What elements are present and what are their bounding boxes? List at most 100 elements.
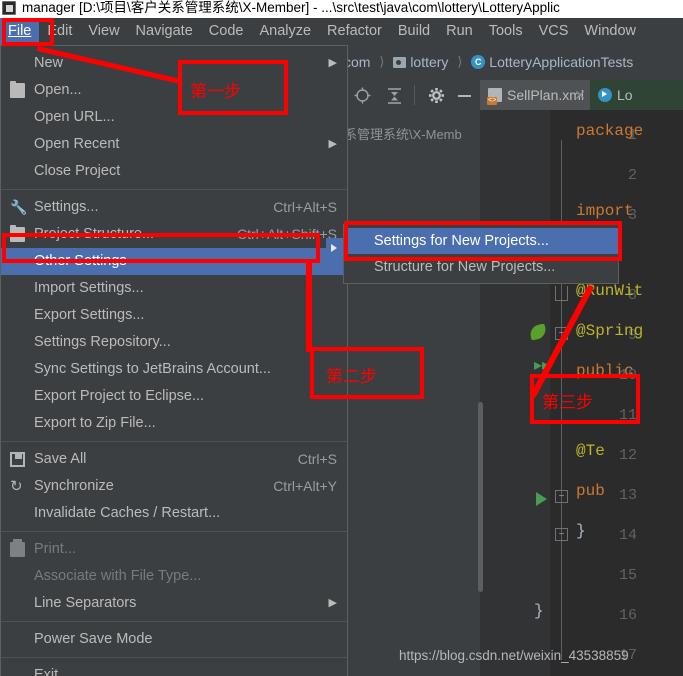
menubar-item-navigate-label: Navigate xyxy=(135,23,193,39)
chevron-right-icon: ▶ xyxy=(328,138,337,150)
line-number: 13 xyxy=(618,487,637,504)
xml-file-icon xyxy=(487,88,502,105)
toolbar-divider xyxy=(414,85,415,105)
code-token: pub xyxy=(576,482,605,500)
menu-item-line-separators[interactable]: Line Separators ▶ xyxy=(1,590,347,617)
menu-item-open-url[interactable]: Open URL... xyxy=(1,104,347,131)
save-icon xyxy=(10,452,25,467)
close-icon[interactable]: ✕ xyxy=(574,80,586,110)
menu-item-power-save-mode[interactable]: Power Save Mode xyxy=(1,626,347,653)
line-number: 15 xyxy=(618,567,637,584)
code-token: import xyxy=(576,202,634,220)
menubar-item-tools[interactable]: Tools xyxy=(481,18,531,45)
class-icon: C xyxy=(471,55,486,70)
editor-tab-lottery[interactable]: Lo xyxy=(590,80,683,112)
editor-tab-lottery-label: Lo xyxy=(617,87,633,103)
menu-item-save-all-label: Save All xyxy=(34,451,87,467)
gear-icon[interactable] xyxy=(428,87,445,104)
menu-item-export-project-eclipse-label: Export Project to Eclipse... xyxy=(34,388,205,404)
menu-item-exit-label: Exit xyxy=(34,667,59,676)
editor-scrollbar[interactable] xyxy=(478,402,483,592)
annotation-line-vertical-1 xyxy=(306,262,312,352)
locate-icon[interactable] xyxy=(354,87,371,104)
menu-item-export-project-eclipse[interactable]: Export Project to Eclipse... xyxy=(1,383,347,410)
menu-item-exit[interactable]: Exit xyxy=(1,662,347,676)
app-icon xyxy=(2,1,16,15)
menu-separator xyxy=(1,657,347,658)
menu-bar: File Edit View Navigate Code Analyze Refactor B… xyxy=(0,18,683,45)
menu-item-settings-repository-label: Settings Repository... xyxy=(34,334,171,350)
editor-tab-bar: SellPlan.xml ✕ Lo xyxy=(480,80,683,112)
menu-item-synchronize-label: Synchronize xyxy=(34,478,114,494)
menu-item-export-zip[interactable]: Export to Zip File... xyxy=(1,410,347,437)
menubar-item-view-label: View xyxy=(88,23,120,39)
folder-icon xyxy=(10,81,25,98)
sync-icon: ↻ xyxy=(10,478,23,495)
watermark: https://blog.csdn.net/weixin_43538859 xyxy=(399,648,629,663)
menubar-item-code[interactable]: Code xyxy=(201,18,252,45)
editor-tab-sellplan-label: SellPlan.xml xyxy=(507,87,585,103)
minimize-icon[interactable] xyxy=(456,87,473,104)
chevron-right-icon: ▶ xyxy=(328,57,337,69)
menu-item-settings-repository[interactable]: Settings Repository... xyxy=(1,329,347,356)
menubar-item-tools-label: Tools xyxy=(488,23,523,39)
menu-item-sync-settings-jetbrains[interactable]: Sync Settings to JetBrains Account... xyxy=(1,356,347,383)
menubar-item-navigate[interactable]: Navigate xyxy=(128,18,201,45)
menubar-item-run[interactable]: Run xyxy=(438,18,481,45)
breadcrumb-item-lottery[interactable]: lottery xyxy=(410,48,448,76)
menu-separator xyxy=(1,621,347,622)
run-config-icon xyxy=(598,88,612,102)
menu-separator xyxy=(1,441,347,442)
menubar-item-analyze[interactable]: Analyze xyxy=(251,18,319,45)
window-title: manager [D:\项目\客户关系管理系统\X-Member] - ...\… xyxy=(22,0,560,15)
menu-item-power-save-mode-label: Power Save Mode xyxy=(34,631,153,647)
project-toolwindow-header xyxy=(344,80,480,110)
menu-item-associate-file-type-label: Associate with File Type... xyxy=(34,568,202,584)
menubar-item-vcs[interactable]: VCS xyxy=(531,18,577,45)
fold-collapse-icon-2[interactable]: − xyxy=(555,490,568,503)
submenu-chevron-icon xyxy=(326,238,344,260)
menubar-item-build[interactable]: Build xyxy=(390,18,438,45)
menubar-item-refactor[interactable]: Refactor xyxy=(319,18,390,45)
annotation-box-other-settings xyxy=(2,233,320,263)
menu-item-synchronize[interactable]: ↻ Synchronize Ctrl+Alt+Y xyxy=(1,473,347,500)
breadcrumb: com ⟩ lottery ⟩ C LotteryApplicationTests xyxy=(344,47,683,75)
menu-item-import-settings-label: Import Settings... xyxy=(34,280,144,296)
annotation-label-step-1: 第一步 xyxy=(190,82,241,101)
menubar-item-run-label: Run xyxy=(446,23,473,39)
menu-item-open-recent[interactable]: Open Recent ▶ xyxy=(1,131,347,158)
menu-item-export-settings[interactable]: Export Settings... xyxy=(1,302,347,329)
menu-item-settings[interactable]: 🔧 Settings... Ctrl+Alt+S xyxy=(1,194,347,221)
menu-item-invalidate-caches-label: Invalidate Caches / Restart... xyxy=(34,505,221,521)
menu-item-invalidate-caches[interactable]: Invalidate Caches / Restart... xyxy=(1,500,347,527)
breadcrumb-separator-icon-2: ⟩ xyxy=(457,54,463,69)
line-number: 2 xyxy=(627,167,637,184)
menu-separator xyxy=(1,189,347,190)
code-token: package xyxy=(576,122,644,140)
fold-region-top xyxy=(555,286,568,301)
menu-item-import-settings[interactable]: Import Settings... xyxy=(1,275,347,302)
menubar-item-view[interactable]: View xyxy=(80,18,127,45)
menu-item-close-project[interactable]: Close Project xyxy=(1,158,347,185)
breadcrumb-item-class[interactable]: LotteryApplicationTests xyxy=(489,48,633,76)
menu-item-print-label: Print... xyxy=(34,541,76,557)
menu-item-settings-label: Settings... xyxy=(34,199,99,215)
project-tree-path: 系管理系统\X-Memb xyxy=(344,127,462,142)
fold-collapse-icon-3[interactable]: − xyxy=(555,528,568,541)
menu-separator xyxy=(1,531,347,532)
menu-item-settings-shortcut: Ctrl+Alt+S xyxy=(273,199,337,215)
annotation-label-step-2: 第二步 xyxy=(326,367,377,386)
menubar-item-window-label: Window xyxy=(584,23,636,39)
editor-tab-sellplan[interactable]: SellPlan.xml ✕ xyxy=(480,80,598,110)
menubar-item-code-label: Code xyxy=(208,23,244,39)
run-test-icon[interactable] xyxy=(536,492,547,506)
menubar-item-window[interactable]: Window xyxy=(576,18,644,45)
menu-item-save-all[interactable]: Save All Ctrl+S xyxy=(1,446,347,473)
menu-item-open-recent-label: Open Recent xyxy=(34,136,120,152)
menu-item-open-url-label: Open URL... xyxy=(34,109,115,125)
menu-item-synchronize-shortcut: Ctrl+Alt+Y xyxy=(273,478,337,494)
annotation-box-file xyxy=(2,18,54,46)
collapse-all-icon[interactable] xyxy=(386,87,403,104)
file-menu-dropdown[interactable]: New ▶ Open... Open URL... Open Recent ▶ … xyxy=(0,45,348,676)
code-token: } xyxy=(576,522,586,540)
